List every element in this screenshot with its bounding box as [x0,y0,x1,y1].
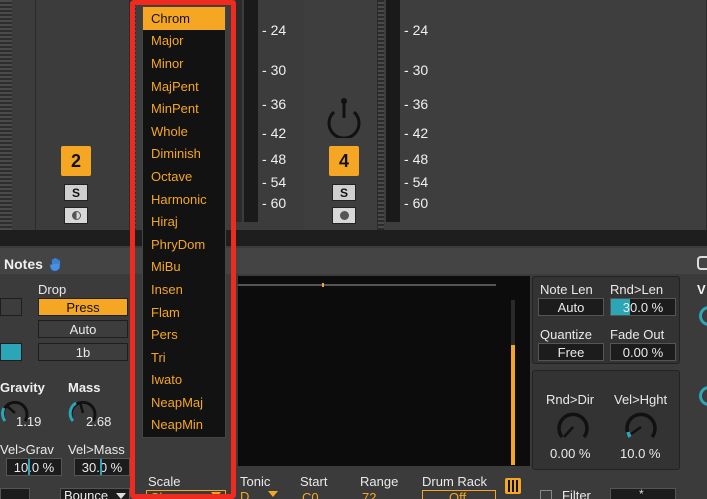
drum-rack-label: Drum Rack [422,474,488,489]
rnd-len-label: Rnd>Len [610,282,664,297]
rnd-len-field[interactable]: 30.0 % [610,298,676,316]
bounce-select[interactable]: Bounce [60,488,130,499]
piano-icon[interactable] [505,478,521,494]
tonic-select-value: D [240,490,250,499]
tick-label: - 30 [404,62,429,78]
monitor-button-track-2[interactable] [64,207,88,224]
quantize-label: Quantize [540,327,593,342]
rack-edge [0,0,12,232]
drum-rack-toggle[interactable]: Off [422,490,496,499]
vel-grav-value: 10.0 % [13,459,55,475]
partial-button-a[interactable] [0,298,22,316]
vel-hght-value: 10.0 % [620,446,661,461]
solo-button-track-4[interactable]: S [332,184,356,201]
tick-label: - 24 [262,22,287,38]
rnd-dir-knob[interactable] [556,410,590,444]
track-number-2[interactable]: 2 [61,146,91,176]
vel-grav-marker [28,459,30,475]
filter-label: Filter [562,488,591,499]
highlight-frame [130,0,236,499]
tick-label: - 54 [262,174,287,190]
right-edge-label: V [697,282,706,297]
vel-mass-field[interactable]: 30.0 % [74,458,130,476]
note-len-label: Note Len [540,282,593,297]
start-value[interactable]: C0 [302,490,319,499]
tick-label: - 42 [404,125,429,141]
mass-value: 2.68 [86,414,112,429]
hand-icon[interactable] [48,256,64,272]
tick-label: - 48 [404,151,429,167]
tick-label: - 42 [262,125,287,141]
fade-out-field[interactable]: 0.00 % [610,343,676,361]
mass-label: Mass [68,380,101,395]
press-button[interactable]: Press [38,298,128,316]
gravity-value: 1.19 [16,414,42,429]
range-label: Range [360,474,399,489]
vel-mass-label: Vel>Mass [68,442,125,457]
track-number-4[interactable]: 4 [329,146,359,176]
physics-display[interactable] [238,276,530,466]
tonic-select[interactable]: D [240,490,284,499]
tonic-label: Tonic [240,474,271,489]
note-len-field[interactable]: Auto [538,298,604,316]
device-header [0,248,707,274]
rnd-dir-value: 0.00 % [550,446,591,461]
tick-label: - 54 [404,174,429,190]
drop-value-field[interactable]: 1b [38,343,128,361]
pan-knob-icon[interactable] [325,96,363,138]
circle-icon [339,211,349,220]
display-top-line [238,284,496,286]
chevron-down-icon [268,491,278,497]
display-ball-marker [322,283,324,287]
tick-label: - 30 [262,62,287,78]
level-meter-a [244,0,258,222]
level-meter-b [386,0,400,222]
filter-field[interactable]: * [610,487,676,499]
partial-bottom-select[interactable] [0,488,30,499]
vel-hght-knob[interactable] [624,410,658,444]
section-divider [0,230,707,246]
tick-label: - 60 [404,195,429,211]
tick-label: - 24 [404,22,429,38]
tick-label: - 60 [262,195,287,211]
half-circle-icon [71,211,81,220]
window-icon[interactable] [697,256,707,270]
solo-button-track-2[interactable]: S [64,184,88,201]
vel-mass-marker [100,459,102,475]
tick-label: - 36 [404,96,429,112]
device-title: Notes [4,256,43,272]
range-value[interactable]: 72 [362,490,376,499]
meter-edge [236,0,242,222]
start-label: Start [300,474,328,489]
display-scroll-thumb[interactable] [511,345,515,465]
rnd-dir-label: Rnd>Dir [546,392,595,407]
asterisk-icon: * [639,487,644,499]
drum-rack-value: Off [449,490,467,499]
vel-hght-label: Vel>Hght [614,392,668,407]
auto-button[interactable]: Auto [38,320,128,338]
tick-label: - 48 [262,151,287,167]
tick-label: - 36 [262,96,287,112]
filter-checkbox[interactable] [540,490,552,499]
monitor-button-track-4[interactable] [332,207,356,224]
fade-out-label: Fade Out [610,327,665,342]
mixer-strip-1 [12,0,36,232]
quantize-field[interactable]: Free [538,343,604,361]
vel-grav-label: Vel>Grav [0,442,54,457]
vel-grav-field[interactable]: 10.0 % [6,458,62,476]
gravity-label: Gravity [0,380,45,395]
chevron-down-icon [116,493,126,499]
partial-slider[interactable] [0,343,22,361]
bounce-value: Bounce [64,488,109,499]
drop-label: Drop [38,282,67,297]
mixer-strip-5 [384,0,707,232]
